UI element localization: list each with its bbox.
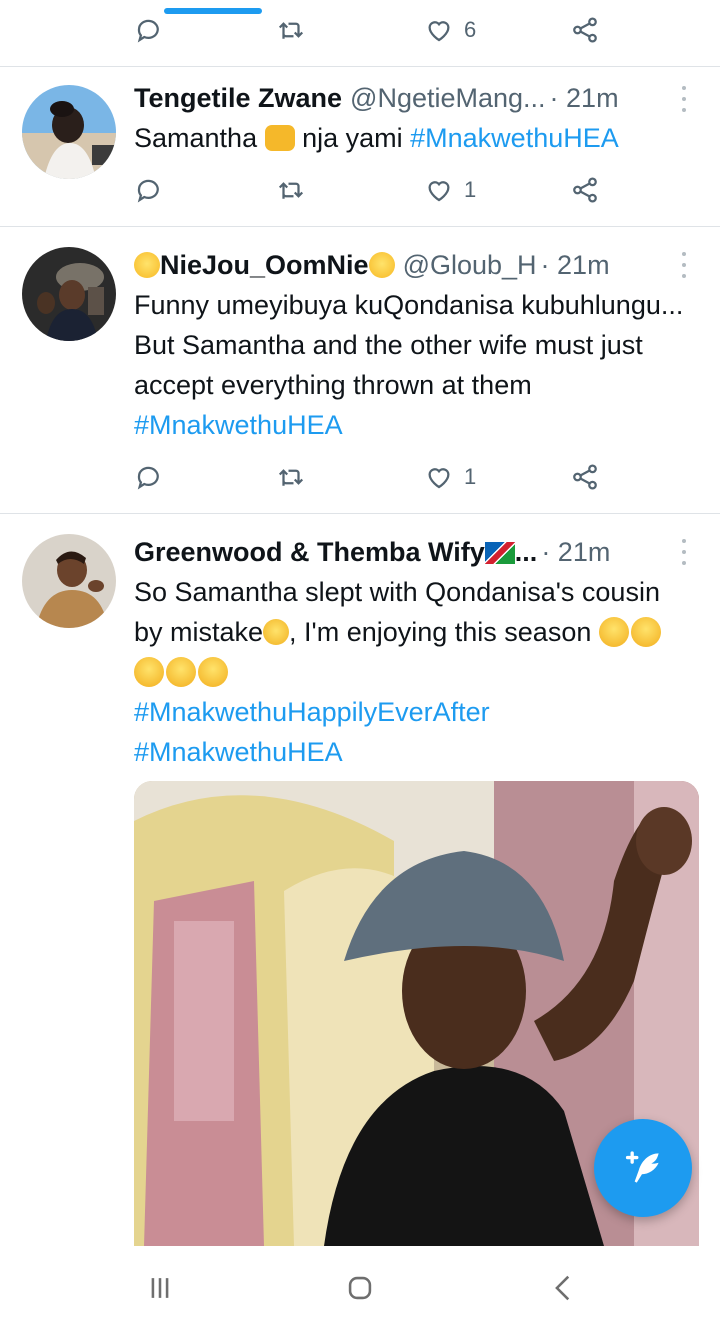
reply-button[interactable] bbox=[134, 10, 164, 50]
share-icon bbox=[573, 464, 597, 490]
relieved-emoji bbox=[368, 251, 395, 278]
hashtag-link[interactable]: #MnakwethuHEA bbox=[410, 123, 619, 153]
retweet-icon bbox=[278, 22, 304, 39]
laughing-emoji bbox=[198, 657, 228, 687]
tweet-text: So Samantha slept with Qondanisa's cousi… bbox=[134, 577, 661, 767]
tweet-header: NieJou_OomNie @Gloub_H · 21m bbox=[134, 247, 660, 283]
more-options-button[interactable] bbox=[678, 252, 690, 278]
more-vertical-icon bbox=[682, 86, 686, 90]
fist-emoji bbox=[264, 125, 295, 151]
reply-icon bbox=[137, 19, 159, 43]
avatar[interactable] bbox=[22, 85, 116, 179]
more-vertical-icon bbox=[682, 252, 686, 256]
recent-apps-icon bbox=[151, 1278, 169, 1298]
hashtag-link[interactable]: #MnakwethuHappilyEverAfter bbox=[134, 697, 490, 727]
share-button[interactable] bbox=[570, 457, 600, 497]
hashtag-link[interactable]: #MnakwethuHEA bbox=[134, 410, 343, 440]
recent-apps-button[interactable] bbox=[138, 1266, 182, 1310]
like-count: 1 bbox=[464, 464, 477, 489]
thinking-emoji bbox=[263, 619, 290, 645]
hashtag-link[interactable]: #MnakwethuHEA bbox=[134, 737, 343, 767]
share-button[interactable] bbox=[570, 170, 600, 210]
more-options-button[interactable] bbox=[678, 539, 690, 565]
share-icon bbox=[573, 17, 597, 43]
reply-icon bbox=[137, 466, 159, 490]
laughing-emoji bbox=[134, 657, 164, 687]
user-handle[interactable]: @Gloub_H bbox=[403, 250, 537, 281]
share-button[interactable] bbox=[570, 10, 600, 50]
heart-icon bbox=[428, 21, 450, 42]
like-count: 1 bbox=[464, 177, 477, 202]
relieved-emoji bbox=[134, 251, 160, 278]
divider bbox=[0, 66, 720, 67]
tweet-header: Tengetile Zwane @NgetieMang... · 21m bbox=[134, 80, 660, 116]
tweet-text: Samantha nja yami #MnakwethuHEA bbox=[134, 123, 619, 153]
tweet-text: Funny umeyibuya kuQondanisa kubuhlungu..… bbox=[134, 290, 684, 440]
tweet-actions: 6 bbox=[134, 10, 614, 50]
laughing-emoji bbox=[630, 617, 661, 647]
retweet-button[interactable] bbox=[276, 170, 306, 210]
reply-button[interactable] bbox=[134, 457, 164, 497]
reply-button[interactable] bbox=[134, 170, 164, 210]
reply-icon bbox=[137, 179, 159, 203]
like-button[interactable]: 1 bbox=[424, 457, 476, 497]
share-icon bbox=[573, 177, 597, 203]
like-button[interactable]: 6 bbox=[424, 10, 476, 50]
avatar[interactable] bbox=[22, 247, 116, 341]
divider bbox=[0, 513, 720, 514]
retweet-button[interactable] bbox=[276, 10, 306, 50]
timestamp: · 21m bbox=[541, 536, 611, 567]
retweet-icon bbox=[278, 182, 304, 199]
retweet-button[interactable] bbox=[276, 457, 306, 497]
back-icon bbox=[555, 1275, 570, 1301]
more-vertical-icon bbox=[682, 539, 686, 543]
display-name[interactable]: Tengetile Zwane bbox=[134, 83, 342, 114]
laughing-emoji bbox=[598, 617, 629, 647]
like-count: 6 bbox=[464, 17, 477, 42]
divider bbox=[0, 226, 720, 227]
retweet-icon bbox=[278, 469, 304, 486]
home-icon bbox=[348, 1276, 372, 1300]
user-handle[interactable]: @NgetieMang... bbox=[350, 83, 546, 114]
display-name[interactable]: NieJou_OomNie bbox=[134, 250, 395, 281]
namibia-flag-emoji bbox=[484, 541, 515, 564]
tweet-header: Greenwood & Themba Wify... · 21m bbox=[134, 534, 660, 570]
laughing-emoji bbox=[166, 657, 196, 687]
home-button[interactable] bbox=[338, 1266, 382, 1310]
tweet-actions: 1 bbox=[134, 170, 614, 210]
timestamp: · 21m bbox=[549, 82, 619, 113]
heart-icon bbox=[428, 468, 450, 489]
system-navigation-bar bbox=[0, 1246, 720, 1328]
display-name[interactable]: Greenwood & Themba Wify... bbox=[134, 537, 537, 568]
back-button[interactable] bbox=[542, 1266, 586, 1310]
like-button[interactable]: 1 bbox=[424, 170, 476, 210]
timestamp: · 21m bbox=[540, 249, 610, 280]
heart-icon bbox=[428, 181, 450, 202]
compose-feather-icon bbox=[625, 1151, 659, 1183]
more-options-button[interactable] bbox=[678, 86, 690, 112]
avatar[interactable] bbox=[22, 534, 116, 628]
tweet-actions: 1 bbox=[134, 457, 614, 497]
compose-tweet-button[interactable] bbox=[594, 1119, 692, 1217]
